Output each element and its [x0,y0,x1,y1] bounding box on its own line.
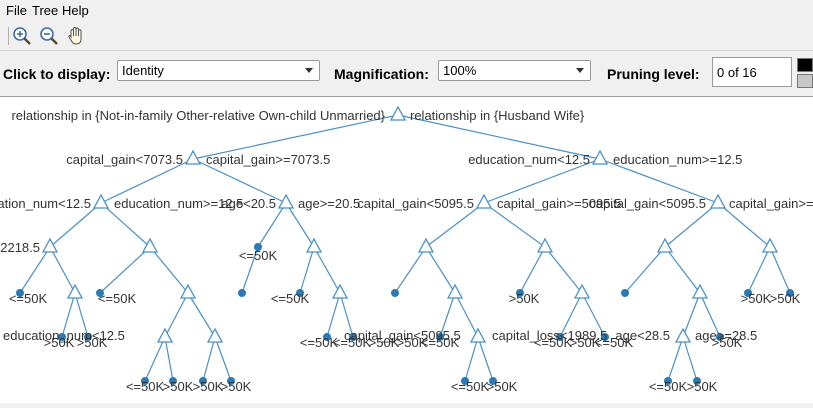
leaf-label: <=50K [271,291,310,306]
leaf-label: <=50K [239,248,278,263]
leaf-label: >50K [369,335,400,350]
zoom-in-icon[interactable] [11,25,33,47]
node-label: age<20.5 [221,196,276,211]
chevron-down-icon [305,68,313,73]
zoom-out-icon[interactable] [38,25,60,47]
decision-nodes [41,105,779,343]
leaf-label: >50K [487,379,518,394]
color-swatch-light[interactable] [797,74,813,88]
menu-file[interactable]: File [6,3,27,18]
node-label: relationship in {Husband Wife} [410,108,585,123]
click-to-display-select[interactable]: Identity [117,60,320,81]
toolbar [0,22,813,51]
node-label: relationship in {Not-in-family Other-rel… [11,108,385,123]
leaf-label: >50K [163,379,194,394]
chevron-down-icon [576,68,584,73]
leaf-label: <=50K [421,335,460,350]
leaf-label: >50K [193,379,224,394]
node-label: education_num>=12.5 [613,152,742,167]
leaf-label: <=50K [534,335,573,350]
leaf-label: <=50K [98,291,137,306]
pruning-level-label: Pruning level: [607,66,700,82]
node-label: capital_gain>=7073.5 [206,152,330,167]
leaf-label: >50K [77,335,108,350]
tree-labels: relationship in {Not-in-family Other-rel… [0,108,813,394]
tree-canvas[interactable]: relationship in {Not-in-family Other-rel… [0,96,813,403]
controls-bar: Click to display: Identity Magnification… [0,52,813,94]
leaf-label: >50K [687,379,718,394]
pruning-level-field[interactable]: 0 of 16 [712,57,792,87]
node-label: capital_gain>=5095.5 [729,196,813,211]
node-label: age>=20.5 [298,196,360,211]
leaf-label: >50K [509,291,540,306]
decision-tree: relationship in {Not-in-family Other-rel… [0,105,813,394]
pruning-level-value: 0 of 16 [717,65,757,80]
leaf-label: <=50K [451,379,490,394]
magnification-select[interactable]: 100% [438,60,591,81]
node-label: capital_loss<2218.5 [0,240,40,255]
pan-hand-icon[interactable] [65,25,87,47]
magnification-label: Magnification: [334,66,429,82]
menu-help[interactable]: Help [62,3,89,18]
node-label: capital_gain<5095.5 [589,196,706,211]
leaf-label: >50K [770,291,801,306]
click-to-display-label: Click to display: [3,66,111,82]
leaf-label: >50K [221,379,252,394]
magnification-value: 100% [443,63,477,78]
leaf-label: <=50K [595,335,634,350]
leaf-label: >50K [741,291,772,306]
color-swatch-dark[interactable] [797,58,813,72]
leaf-label: <=50K [333,335,372,350]
node-label: capital_gain<5095.5 [357,196,474,211]
leaf-nodes [16,243,794,385]
leaf-label: >50K [712,335,743,350]
leaf-label: <=50K [649,379,688,394]
menu-tree[interactable]: Tree [32,3,58,18]
node-label: capital_gain<7073.5 [66,152,183,167]
click-to-display-value: Identity [122,63,164,78]
toolbar-separator [8,27,9,45]
leaf-label: <=50K [126,379,165,394]
leaf-label: <=50K [9,291,48,306]
menu-bar: File Tree Help [0,0,813,22]
node-label: education_num<12.5 [0,196,91,211]
node-label: education_num<12.5 [468,152,590,167]
